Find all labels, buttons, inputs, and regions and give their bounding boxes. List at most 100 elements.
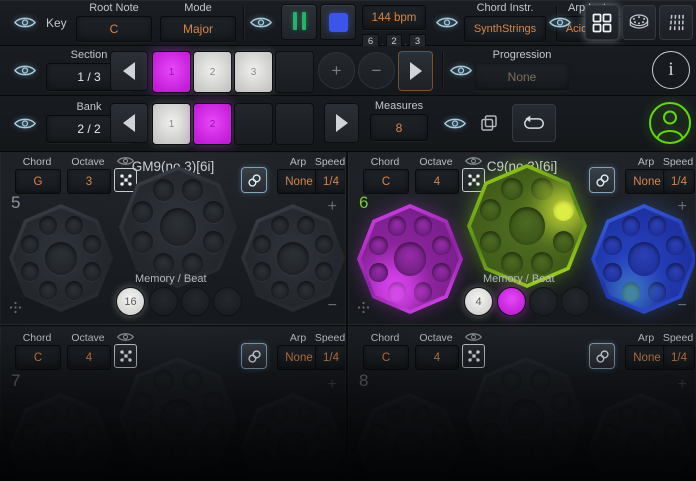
section-pad-3[interactable]: 3 xyxy=(234,51,273,93)
link-button[interactable] xyxy=(589,343,615,369)
memory-slot-3[interactable] xyxy=(529,287,558,316)
chord-octagon-magenta[interactable] xyxy=(357,204,463,314)
bank-pad-3[interactable] xyxy=(234,103,273,145)
chord-octagon-2[interactable] xyxy=(119,357,237,479)
progression-select[interactable]: None xyxy=(474,63,570,91)
chord-instr-select[interactable]: SynthStrings xyxy=(464,16,546,42)
octagon-note-pad[interactable] xyxy=(132,392,153,414)
key-visibility-eye-icon[interactable] xyxy=(14,16,36,29)
link-button[interactable] xyxy=(589,167,615,193)
octagon-note-pad[interactable] xyxy=(315,451,333,470)
bank-pad-1[interactable]: 1 xyxy=(152,103,191,145)
bpm-button[interactable]: 144 bpm xyxy=(362,5,426,30)
progression-visibility-eye-icon[interactable] xyxy=(450,64,472,77)
instruments-visibility-eye-icon[interactable] xyxy=(436,16,458,29)
octagon-note-pad[interactable] xyxy=(315,262,333,281)
octagon-note-pad[interactable] xyxy=(21,424,39,443)
octagon-note-pad[interactable] xyxy=(271,216,289,235)
chord-octagon-1[interactable] xyxy=(9,204,113,312)
octagon-note-pad[interactable] xyxy=(132,231,153,253)
octagon-center-pad[interactable] xyxy=(393,431,425,464)
bank-tools-visibility-eye-icon[interactable] xyxy=(444,117,466,130)
transport-visibility-eye-icon[interactable] xyxy=(250,16,272,29)
octagon-note-pad[interactable] xyxy=(39,216,57,235)
octagon-note-pad[interactable] xyxy=(601,424,619,443)
memory-slot-4[interactable] xyxy=(213,287,242,316)
octagon-note-pad[interactable] xyxy=(530,370,551,392)
octagon-note-pad[interactable] xyxy=(645,470,663,481)
octagon-note-pad[interactable] xyxy=(501,252,522,274)
octagon-note-pad[interactable] xyxy=(182,444,203,466)
octagon-note-pad[interactable] xyxy=(65,470,83,481)
octagon-note-pad[interactable] xyxy=(153,370,174,392)
octagon-note-pad[interactable] xyxy=(182,179,203,201)
octagon-note-pad[interactable] xyxy=(65,281,83,300)
panel-eye-icon[interactable] xyxy=(117,332,134,342)
pause-button[interactable] xyxy=(281,4,317,40)
octagon-center-pad[interactable] xyxy=(160,399,196,437)
octagon-note-pad[interactable] xyxy=(253,235,271,254)
octagon-note-pad[interactable] xyxy=(387,405,405,424)
panel-plus-button[interactable]: + xyxy=(678,377,687,393)
views-visibility-eye-icon[interactable] xyxy=(549,16,571,29)
octagon-note-pad[interactable] xyxy=(603,263,622,282)
octagon-note-pad[interactable] xyxy=(297,470,315,481)
octagon-note-pad[interactable] xyxy=(297,281,315,300)
octagon-note-pad[interactable] xyxy=(203,422,224,444)
section-pad-4[interactable] xyxy=(275,51,314,93)
octagon-note-pad[interactable] xyxy=(271,470,289,481)
octagon-note-pad[interactable] xyxy=(297,405,315,424)
octagon-note-pad[interactable] xyxy=(297,216,315,235)
info-button[interactable]: i xyxy=(652,51,690,89)
chord-octagon-green[interactable] xyxy=(467,164,587,288)
octagon-note-pad[interactable] xyxy=(553,231,574,253)
bank-pad-4[interactable] xyxy=(275,103,314,145)
chord-octagon-2[interactable] xyxy=(467,357,585,479)
octagon-note-pad[interactable] xyxy=(253,262,271,281)
octagon-note-pad[interactable] xyxy=(414,282,433,301)
octagon-note-pad[interactable] xyxy=(39,281,57,300)
octagon-note-pad[interactable] xyxy=(203,392,224,414)
octagon-note-pad[interactable] xyxy=(182,370,203,392)
octagon-note-pad[interactable] xyxy=(21,451,39,470)
octagon-note-pad[interactable] xyxy=(203,201,224,223)
drum-pad-view-button[interactable] xyxy=(622,5,656,40)
octagon-center-pad[interactable] xyxy=(277,431,309,464)
chord-octagon-blue[interactable] xyxy=(591,204,696,314)
section-pad-2[interactable]: 2 xyxy=(193,51,232,93)
octagon-note-pad[interactable] xyxy=(132,201,153,223)
octagon-note-pad[interactable] xyxy=(501,444,522,466)
chord-octagon-1[interactable] xyxy=(357,393,461,481)
bank-visibility-eye-icon[interactable] xyxy=(14,117,36,130)
octagon-note-pad[interactable] xyxy=(622,282,641,301)
octagon-note-pad[interactable] xyxy=(271,405,289,424)
octagon-note-pad[interactable] xyxy=(153,179,174,201)
memory-slot-4[interactable] xyxy=(561,287,590,316)
section-add-button[interactable]: + xyxy=(318,52,355,89)
octagon-note-pad[interactable] xyxy=(551,422,572,444)
panel-plus-button[interactable]: + xyxy=(328,377,337,393)
chord-octagon-3[interactable] xyxy=(241,393,345,481)
octagon-note-pad[interactable] xyxy=(153,253,174,275)
octagon-note-pad[interactable] xyxy=(83,451,101,470)
octagon-note-pad[interactable] xyxy=(65,405,83,424)
octave-select[interactable]: 4 xyxy=(67,345,111,370)
octagon-note-pad[interactable] xyxy=(21,262,39,281)
link-button[interactable] xyxy=(241,343,267,369)
octagon-note-pad[interactable] xyxy=(83,262,101,281)
octagon-note-pad[interactable] xyxy=(663,451,681,470)
octagon-note-pad[interactable] xyxy=(369,424,387,443)
octagon-note-pad[interactable] xyxy=(432,236,451,255)
octagon-note-pad[interactable] xyxy=(666,236,685,255)
octagon-note-pad[interactable] xyxy=(39,470,57,481)
octagon-note-pad[interactable] xyxy=(619,405,637,424)
octagon-center-pad[interactable] xyxy=(45,242,77,275)
octagon-note-pad[interactable] xyxy=(431,451,449,470)
octagon-note-pad[interactable] xyxy=(253,451,271,470)
octagon-note-pad[interactable] xyxy=(388,216,407,235)
octagon-note-pad[interactable] xyxy=(253,424,271,443)
measures-value[interactable]: 8 xyxy=(370,114,428,141)
mode-select[interactable]: Major xyxy=(160,16,236,42)
octagon-note-pad[interactable] xyxy=(413,405,431,424)
octagon-note-pad[interactable] xyxy=(666,263,685,282)
